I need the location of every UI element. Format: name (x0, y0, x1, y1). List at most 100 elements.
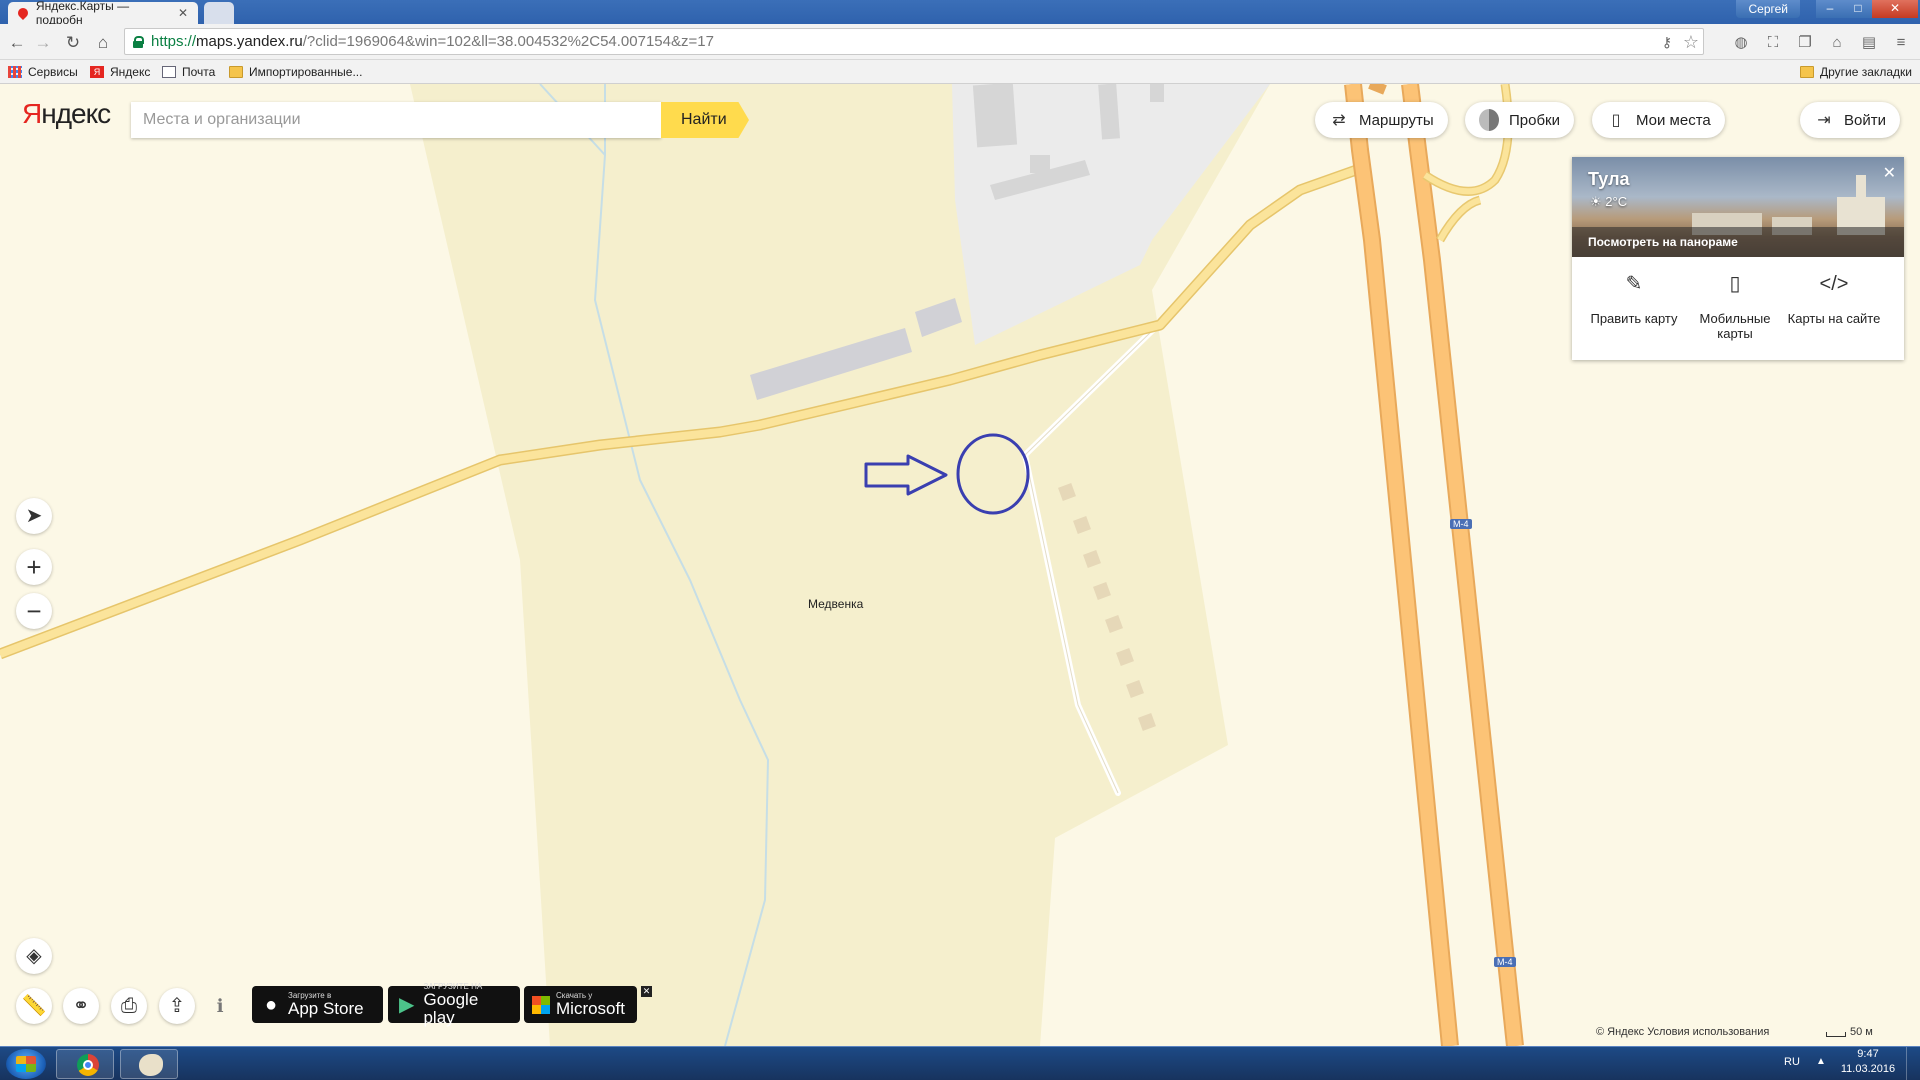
home-icon[interactable]: ⌂ (92, 32, 114, 54)
terms-link[interactable]: Условия использования (1647, 1026, 1769, 1038)
browser-tab-active[interactable]: Яндекс.Карты — подробн ✕ (8, 0, 198, 27)
play-icon: ▶ (399, 993, 415, 1016)
code-icon: </> (1819, 273, 1849, 295)
zoom-in-button[interactable]: + (16, 549, 52, 585)
forward-arrow-icon[interactable]: → (32, 32, 54, 54)
yandex-logo[interactable]: Яндекс (22, 98, 111, 130)
info-icon[interactable]: ℹ (207, 993, 233, 1019)
extension-copy-icon[interactable]: ❐ (1794, 32, 1816, 54)
clock[interactable]: 9:47 11.03.2016 (1840, 1047, 1896, 1077)
scale-bar (1826, 1032, 1846, 1037)
my-places-button[interactable]: ▯ Мои места (1592, 102, 1725, 138)
profile-name[interactable]: Сергей (1736, 0, 1800, 18)
city-info-panel: Тула ☀ 2°C ✕ Посмотреть на панораме ✎ Пр… (1572, 157, 1904, 360)
bookmark-icon: ▯ (1611, 112, 1621, 129)
mobile-maps-label: Мобильные карты (1699, 311, 1771, 341)
ruler-icon[interactable]: 📏 (16, 988, 52, 1024)
clock-time: 9:47 (1857, 1048, 1879, 1060)
language-indicator[interactable]: RU (1784, 1056, 1800, 1068)
tab-close-icon[interactable]: ✕ (178, 6, 188, 20)
edit-map-label: Править карту (1590, 311, 1678, 326)
bookmark-star-icon[interactable]: ☆ (1679, 30, 1703, 54)
mail-icon (162, 66, 176, 78)
maximize-button[interactable]: □ (1844, 0, 1872, 18)
back-arrow-icon[interactable]: ← (6, 32, 28, 54)
minimize-button[interactable]: ‒ (1816, 0, 1844, 18)
new-tab-button[interactable] (204, 2, 234, 24)
road-shield-m4: М-4 (1450, 519, 1472, 529)
zoom-out-button[interactable]: − (16, 593, 52, 629)
key-icon[interactable]: ⚷ (1657, 30, 1677, 54)
bookmark-label: Почта (182, 65, 216, 79)
copyright: © Яндекс Условия использования (1596, 1026, 1769, 1038)
city-name: Тула (1588, 169, 1630, 189)
weather-text: ☀ 2°C (1590, 194, 1628, 209)
search-input[interactable]: Места и организации (131, 102, 661, 138)
folder-icon (1800, 66, 1814, 78)
maps-on-site-link[interactable]: </> Карты на сайте (1784, 273, 1884, 326)
close-icon[interactable]: ✕ (1883, 163, 1896, 183)
bookmark-imported[interactable]: Импортированные... (229, 63, 362, 81)
address-bar[interactable]: https://maps.yandex.ru/?clid=1969064&win… (124, 28, 1704, 55)
mobile-maps-link[interactable]: ▯ Мобильные карты (1685, 273, 1785, 341)
login-button[interactable]: ⇥ Войти (1800, 102, 1900, 138)
maps-on-site-label: Карты на сайте (1787, 311, 1881, 326)
menu-hamburger-icon[interactable]: ≡ (1890, 32, 1912, 54)
copyright-text: © Яндекс (1596, 1026, 1645, 1038)
close-window-button[interactable]: ✕ (1872, 0, 1918, 18)
traffic-button[interactable]: Пробки (1465, 102, 1574, 138)
extension-home-icon[interactable]: ⌂ (1826, 32, 1848, 54)
phone-icon: ▯ (1729, 273, 1741, 295)
extension-screenshot-icon[interactable]: ⛶ (1762, 32, 1784, 54)
close-badges-icon[interactable]: ✕ (641, 986, 652, 997)
windows-logo-icon (16, 1056, 36, 1072)
bookmark-yandex[interactable]: Я Яндекс (90, 63, 150, 81)
tray-expand-icon[interactable]: ▲ (1816, 1056, 1826, 1067)
building (1150, 84, 1164, 102)
login-label: Войти (1844, 111, 1886, 129)
app-store-badge[interactable]: ● Загрузите в App Store (252, 986, 383, 1023)
bookmark-mail[interactable]: Почта (162, 63, 215, 81)
folder-icon (229, 66, 243, 78)
panorama-link[interactable]: Посмотреть на панораме (1572, 227, 1904, 257)
bookmark-label: Импортированные... (249, 65, 363, 79)
extension-save-icon[interactable]: ▤ (1858, 32, 1880, 54)
routes-icon: ⇄ (1332, 112, 1346, 129)
scale-label: 50 м (1850, 1026, 1873, 1038)
apple-icon: ● (264, 993, 278, 1016)
print-icon[interactable]: ⎙ (111, 988, 147, 1024)
panorama-preview[interactable]: Тула ☀ 2°C ✕ Посмотреть на панораме (1572, 157, 1904, 257)
binoculars-icon[interactable]: ⚭ (63, 988, 99, 1024)
microsoft-store-badge[interactable]: Скачать у Microsoft (524, 986, 637, 1023)
taskbar-paint[interactable] (120, 1049, 178, 1079)
bookmark-label: Яндекс (110, 65, 151, 79)
bookmark-other[interactable]: Другие закладки (1800, 63, 1912, 81)
windows-taskbar (0, 1046, 1920, 1080)
edit-map-link[interactable]: ✎ Править карту (1584, 274, 1684, 326)
window-title-bar: Яндекс.Карты — подробн ✕ Сергей ‒ □ ✕ (0, 0, 1920, 27)
reload-icon[interactable]: ↻ (62, 32, 84, 54)
bookmarks-bar: Сервисы Я Яндекс Почта Импортированные..… (0, 60, 1920, 84)
login-icon: ⇥ (1817, 112, 1831, 129)
google-play-badge[interactable]: ▶ ЗАГРУЗИТЕ НА Google play (388, 982, 520, 1027)
clock-date: 11.03.2016 (1840, 1063, 1896, 1075)
appstore-big: App Store (288, 999, 364, 1018)
logo-letter: Я (22, 98, 42, 129)
lock-icon (133, 35, 144, 48)
road-shield-m4: М-4 (1494, 957, 1516, 967)
share-icon[interactable]: ⇪ (159, 988, 195, 1024)
bookmark-label: Сервисы (28, 65, 78, 79)
routes-button[interactable]: ⇄ Маршруты (1315, 102, 1448, 138)
logo-rest: ндекс (41, 98, 111, 129)
url-path: /?clid=1969064&win=102&ll=38.004532%2C54… (302, 33, 714, 50)
yandex-maps-favicon-icon (15, 5, 30, 21)
search-button[interactable]: Найти (661, 102, 749, 138)
paint-palette-icon (139, 1054, 163, 1076)
layers-icon[interactable]: ◈ (16, 938, 52, 974)
bookmark-label: Другие закладки (1820, 65, 1912, 79)
locate-me-icon[interactable]: ➤ (16, 498, 52, 534)
show-desktop-button[interactable] (1906, 1047, 1920, 1080)
extension-globe-icon[interactable]: ◍ (1730, 32, 1752, 54)
taskbar-chrome[interactable] (56, 1049, 114, 1079)
bookmark-services[interactable]: Сервисы (8, 63, 78, 81)
